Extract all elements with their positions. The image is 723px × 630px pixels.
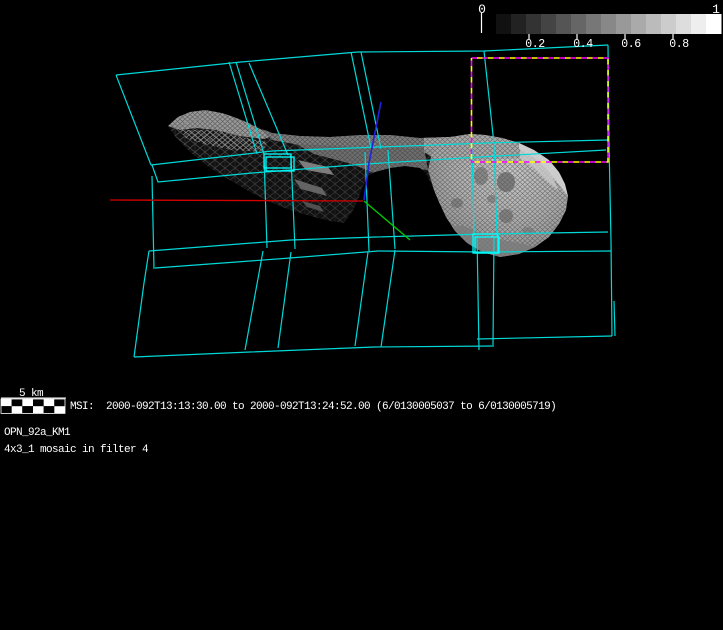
- svg-text:0.6: 0.6: [621, 38, 641, 51]
- svg-text:MSI: 2000-092T13:13:30.00 to: MSI: 2000-092T13:13:30.00 to 2000-092T13…: [70, 401, 556, 413]
- svg-text:1: 1: [712, 2, 720, 17]
- svg-text:0.4: 0.4: [573, 38, 593, 51]
- svg-text:0.8: 0.8: [669, 38, 689, 51]
- svg-text:4x3_1 mosaic in filter 4: 4x3_1 mosaic in filter 4: [4, 444, 149, 456]
- svg-text:0.2: 0.2: [525, 38, 545, 51]
- svg-text:OPN_92a_KM1: OPN_92a_KM1: [4, 427, 71, 439]
- svg-text:0: 0: [478, 2, 486, 17]
